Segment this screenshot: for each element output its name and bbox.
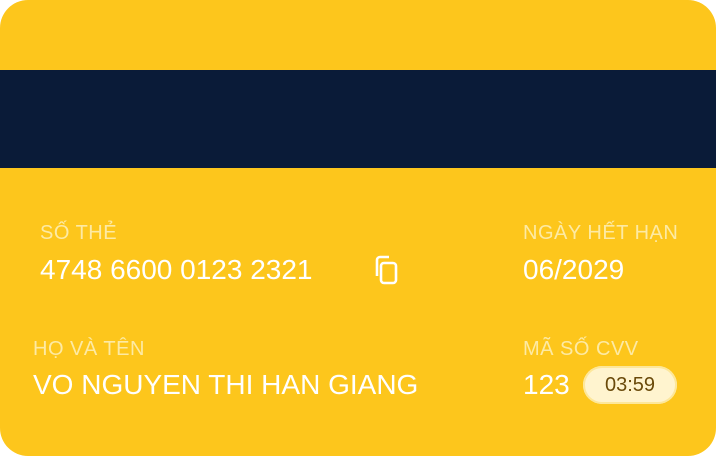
cvv-label: MÃ SỐ CVV <box>523 338 639 360</box>
copy-icon[interactable] <box>372 254 400 286</box>
card-number: 4748 6600 0123 2321 <box>40 254 313 285</box>
magnetic-stripe <box>0 70 716 168</box>
cvv-countdown-timer: 03:59 <box>583 366 677 404</box>
card-number-label: SỐ THẺ <box>40 222 118 244</box>
holder-name-label: HỌ VÀ TÊN <box>33 338 145 360</box>
cvv-value: 123 <box>523 369 570 400</box>
expiry-date: 06/2029 <box>523 254 625 285</box>
card-back: SỐ THẺ 4748 6600 0123 2321 NGÀY HẾT HẠN … <box>0 0 716 456</box>
holder-name: VO NGUYEN THI HAN GIANG <box>33 369 419 400</box>
expiry-label: NGÀY HẾT HẠN <box>523 222 679 244</box>
